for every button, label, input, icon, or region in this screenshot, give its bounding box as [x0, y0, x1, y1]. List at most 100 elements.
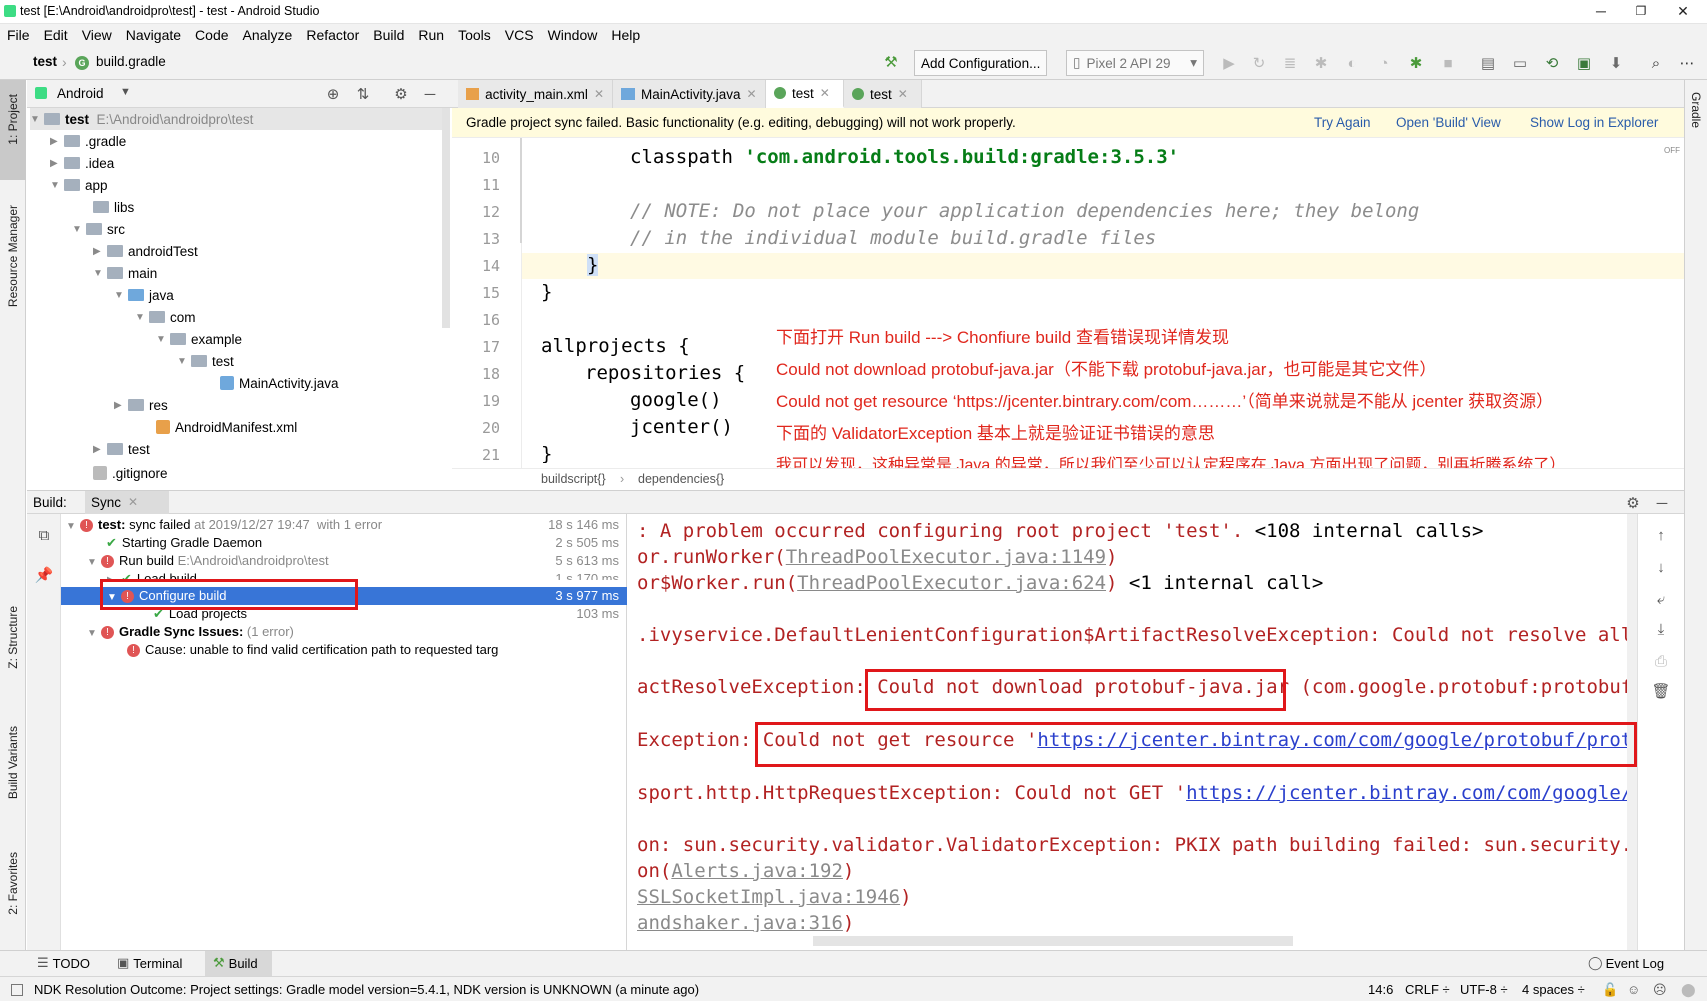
project-view-selector[interactable]: Android — [57, 86, 104, 101]
chevron-down-icon[interactable]: ▼ — [120, 86, 131, 98]
apply-code-icon[interactable]: ≣ — [1279, 52, 1301, 74]
attach-debugger-icon[interactable]: ✱ — [1405, 52, 1427, 74]
tab-test-active[interactable]: test ✕ — [766, 80, 844, 108]
tab-favorites[interactable]: 2: Favorites — [6, 852, 20, 915]
menu-code[interactable]: Code — [195, 27, 228, 43]
nav-project[interactable]: test — [33, 54, 57, 69]
print-icon[interactable]: ⎙ — [1650, 650, 1672, 672]
maximize-icon[interactable]: ❐ — [1617, 0, 1665, 24]
build-row-starting-daemon[interactable]: ✔ Starting Gradle Daemon 2 s 505 ms — [61, 534, 627, 552]
show-log-link[interactable]: Show Log in Explorer — [1530, 115, 1658, 130]
tree-item[interactable]: ▼ example — [156, 328, 242, 350]
build-hammer-icon[interactable]: ⚒ — [880, 51, 902, 73]
tree-item[interactable]: ▶ test — [93, 438, 150, 460]
menu-build[interactable]: Build — [373, 27, 404, 43]
tab-terminal[interactable]: ▣ Terminal — [117, 955, 182, 971]
tab-build-variants[interactable]: Build Variants — [6, 726, 20, 799]
search-icon[interactable]: ⌕ — [1645, 52, 1667, 74]
avd-manager-icon[interactable]: ▭ — [1509, 52, 1531, 74]
sync-gradle-icon[interactable]: ⟲ — [1541, 52, 1563, 74]
collapse-icon[interactable]: ⇅ — [352, 83, 374, 105]
add-configuration-button[interactable]: Add Configuration... — [914, 50, 1048, 76]
pin-icon[interactable]: 📌 — [33, 564, 55, 586]
debug-icon[interactable]: ✱ — [1310, 52, 1332, 74]
device-file-icon[interactable]: ▣ — [1573, 52, 1595, 74]
console-hscrollbar[interactable] — [813, 936, 1293, 946]
tree-item[interactable]: ▼ src — [72, 218, 125, 240]
menu-vcs[interactable]: VCS — [505, 27, 534, 43]
arrow-down-icon[interactable]: ↓ — [1650, 556, 1672, 578]
tree-item[interactable]: MainActivity.java — [220, 372, 339, 394]
menu-file[interactable]: File — [7, 27, 30, 43]
soft-wrap-icon[interactable]: ⤶ — [1650, 588, 1672, 610]
profile-icon[interactable]: ◔ — [1373, 52, 1395, 74]
scroll-end-icon[interactable]: ⤓ — [1650, 618, 1672, 640]
menu-help[interactable]: Help — [611, 27, 640, 43]
apply-changes-icon[interactable]: ↻ — [1248, 52, 1270, 74]
tree-root[interactable]: ▼ test E:\Android\androidpro\test — [30, 108, 442, 130]
hide-icon[interactable]: ─ — [419, 83, 441, 105]
status-line-separator[interactable]: CRLF ÷ — [1405, 982, 1450, 997]
tab-gradle[interactable]: Gradle — [1689, 92, 1703, 128]
project-scrollbar[interactable] — [442, 108, 450, 328]
menu-refactor[interactable]: Refactor — [306, 27, 359, 43]
tree-item[interactable]: ▶ .idea — [50, 152, 114, 174]
tree-item[interactable]: .gitignore — [93, 463, 168, 483]
project-structure-icon[interactable]: ▤ — [1477, 52, 1499, 74]
device-selector[interactable]: ▯ Pixel 2 API 29 ▾ — [1066, 50, 1204, 76]
tab-mainactivity[interactable]: MainActivity.java ✕ — [613, 80, 766, 108]
tree-item[interactable]: ▶ res — [114, 394, 168, 416]
nav-file[interactable]: build.gradle — [96, 54, 166, 69]
tree-item[interactable]: ▼ java — [114, 284, 174, 306]
menu-view[interactable]: View — [82, 27, 112, 43]
arrow-up-icon[interactable]: ↑ — [1650, 524, 1672, 546]
build-row-sync-issues[interactable]: ▼! Gradle Sync Issues: (1 error) — [61, 623, 627, 641]
tab-event-log[interactable]: ◯ Event Log — [1588, 955, 1664, 971]
try-again-link[interactable]: Try Again — [1314, 115, 1371, 130]
tree-item[interactable]: AndroidManifest.xml — [156, 416, 297, 438]
menu-analyze[interactable]: Analyze — [243, 27, 293, 43]
build-row-sync-failed[interactable]: ▼! test: sync failed at 2019/12/27 19:47 … — [61, 516, 627, 534]
tab-project[interactable]: 1: Project — [6, 94, 20, 145]
open-build-view-link[interactable]: Open 'Build' View — [1396, 115, 1501, 130]
menu-edit[interactable]: Edit — [44, 27, 68, 43]
gear-icon[interactable]: ⚙ — [390, 83, 412, 105]
menu-window[interactable]: Window — [548, 27, 598, 43]
tree-item[interactable]: ▼ main — [93, 262, 157, 284]
tree-item[interactable]: ▼ test — [177, 350, 234, 372]
tab-resource-manager[interactable]: Resource Manager — [6, 205, 20, 307]
memory-icon[interactable]: ⬤ — [1681, 982, 1696, 998]
status-position[interactable]: 14:6 — [1368, 982, 1393, 997]
stop-icon[interactable]: ■ — [1437, 52, 1459, 74]
build-row-run-build[interactable]: ▼! Run build E:\Android\androidpro\test 5… — [61, 552, 627, 570]
tree-item[interactable]: ▼ app — [50, 174, 108, 196]
status-indent[interactable]: 4 spaces ÷ — [1522, 982, 1585, 997]
tab-build[interactable]: ⚒ Build — [213, 955, 258, 971]
status-encoding[interactable]: UTF-8 ÷ — [1460, 982, 1508, 997]
run-icon[interactable]: ▶ — [1218, 52, 1240, 74]
tab-structure[interactable]: Z: Structure — [6, 606, 20, 669]
restart-icon[interactable]: ⧉ — [33, 524, 55, 546]
tab-todo[interactable]: ☰ TODO — [37, 955, 90, 971]
tab-activity-main[interactable]: activity_main.xml ✕ — [458, 80, 613, 108]
menu-navigate[interactable]: Navigate — [126, 27, 181, 43]
lock-icon[interactable]: 🔓 — [1602, 982, 1618, 998]
tree-item[interactable]: ▶ .gradle — [50, 130, 126, 152]
sdk-manager-icon[interactable]: ⬇ — [1605, 52, 1627, 74]
tab-sync[interactable]: Sync — [91, 495, 121, 510]
build-hide-icon[interactable]: ─ — [1651, 492, 1673, 514]
crumb-dependencies[interactable]: dependencies{} — [638, 472, 724, 486]
menu-run[interactable]: Run — [418, 27, 444, 43]
more-icon[interactable]: ⋯ — [1676, 52, 1698, 74]
inspector-icon[interactable]: ☺ — [1627, 982, 1640, 997]
tab-test[interactable]: test ✕ — [844, 80, 922, 108]
status-toggle-icon[interactable] — [11, 984, 23, 996]
close-sync-icon[interactable]: ✕ — [128, 495, 138, 509]
close-icon[interactable]: ✕ — [1659, 0, 1707, 24]
coverage-icon[interactable]: ◐ — [1341, 52, 1363, 74]
crumb-buildscript[interactable]: buildscript{} — [541, 472, 606, 486]
build-gear-icon[interactable]: ⚙ — [1622, 492, 1644, 514]
trash-icon[interactable]: 🗑 — [1650, 680, 1672, 702]
menu-tools[interactable]: Tools — [458, 27, 491, 43]
locate-icon[interactable]: ⊕ — [322, 83, 344, 105]
